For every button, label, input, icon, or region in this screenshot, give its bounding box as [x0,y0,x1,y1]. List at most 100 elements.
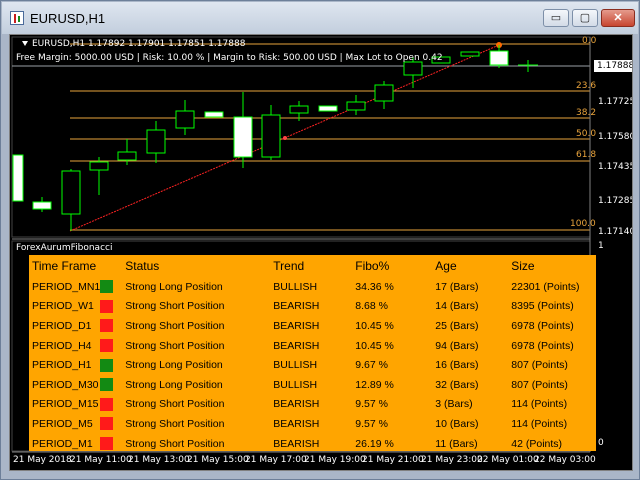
signal-cell [100,434,122,451]
time-axis-label: 22 May 03:00 [534,455,596,465]
candle [318,105,338,112]
margin-info: Free Margin: 5000.00 USD | Risk: 10.00 %… [16,53,443,63]
size-cell: 114 (Points) [511,417,568,430]
fib-label-23.6: 23.6 [576,81,597,91]
chart-window-icon [10,11,24,25]
timeframe-cell: PERIOD_M30 [32,378,99,391]
minimize-button[interactable]: ▭ [543,9,569,27]
time-axis-label: 21 May 15:00 [187,455,249,465]
time-axis-label: 21 May 17:00 [245,455,307,465]
fibo-cell: 10.45 % [355,319,394,332]
trend-cell: BEARISH [273,437,320,450]
fib-label-38.2: 38.2 [576,108,597,118]
green-signal-square [100,280,114,294]
timeframe-cell: PERIOD_H1 [32,359,92,372]
title-bar[interactable]: EURUSD,H1 ▭ ▢ ✕ [2,2,638,34]
col-header-rs: RS [594,255,596,277]
main-plot-frame [11,36,591,238]
current-price-tag: 1.17888 [594,60,632,72]
fibo-cell: 12.89 % [355,378,394,391]
size-cell: 6978 (Points) [511,319,574,332]
size-cell: 807 (Points) [511,359,568,372]
signal-cell [100,375,122,395]
candle [346,101,366,111]
signal-cell [100,355,122,375]
signal-cell [100,336,122,356]
price-chart[interactable]: EURUSD,H1 1.17892 1.17901 1.17851 1.1788… [9,34,633,471]
size-cell: 22301 (Points) [511,280,580,293]
timeframe-cell: PERIOD_M5 [32,417,93,430]
terminal-window: EURUSD,H1 ▭ ▢ ✕ EURUSD,H1 1.17892 1.1790… [0,0,640,480]
window-title: EURUSD,H1 [30,11,106,26]
table-row: PERIOD_M5 Strong Short Position BEARISH 9.5… [29,414,596,434]
size-cell: 8395 (Points) [511,300,574,313]
table-row: PERIOD_M1 Strong Short Position BEARISH 26.… [29,434,596,451]
candle [117,151,137,161]
fibo-cell: 8.68 % [355,300,388,313]
fib-label-100: 100.0 [570,219,596,229]
trend-cell: BEARISH [273,339,320,352]
timeframe-cell: PERIOD_D1 [32,319,92,332]
rs-cell: HC [594,395,596,415]
fib-label-61.8: 61.8 [576,150,597,160]
table-row: PERIOD_D1 Strong Short Position BEARISH 10.… [29,316,596,336]
price-axis-label: 1.17435 [598,162,633,172]
candle [374,84,394,102]
red-signal-square [100,339,114,353]
subwindow-title: ForexAurumFibonacci [16,243,113,253]
candle [146,129,166,154]
candle [261,114,281,158]
time-axis-label: 21 May 11:00 [70,455,132,465]
candle [460,51,480,57]
candle [489,50,509,66]
candle [89,161,109,171]
candle [204,111,224,118]
time-axis-label: 21 May 21:00 [362,455,424,465]
rs-cell: HC [594,297,596,317]
rs-cell: HC [594,355,596,375]
age-cell: 32 (Bars) [435,378,479,391]
time-axis-label: 21 May 2018 [13,455,72,465]
age-cell: 14 (Bars) [435,300,479,313]
fibo-cell: 9.57 % [355,398,388,411]
col-header-trend: Trend [273,259,305,273]
rs-cell: HC [594,336,596,356]
status-cell: Strong Short Position [125,339,225,352]
timeframe-cell: PERIOD_M1 [32,437,93,450]
rs-cell: BU [594,316,596,336]
signal-cell [100,297,122,317]
green-signal-square [100,378,114,392]
col-header-size: Size [511,259,535,273]
size-cell: 807 (Points) [511,378,568,391]
rs-cell: HC [594,434,596,451]
time-axis-label: 21 May 23:00 [421,455,483,465]
candle [289,105,309,114]
red-signal-square [100,397,114,411]
maximize-button[interactable]: ▢ [572,9,598,27]
signal-cell [100,395,122,415]
trend-cell: BEARISH [273,398,320,411]
col-header-age: Age [435,259,457,273]
size-cell: 6978 (Points) [511,339,574,352]
trend-cell: BULLISH [273,359,318,372]
col-header-timeframe: Time Frame [32,259,97,273]
table-header-row: Time Frame Status Trend Fibo% Age Size R… [29,255,596,277]
age-cell: 94 (Bars) [435,339,479,352]
age-cell: 10 (Bars) [435,417,479,430]
candle [175,110,195,129]
price-axis-label: 1.17285 [598,196,633,206]
subwindow-axis-min: 0 [598,438,604,448]
trend-cell: BULLISH [273,378,318,391]
rs-cell: HC [594,414,596,434]
table-row: PERIOD_H1 Strong Long Position BULLISH 9.67… [29,355,596,375]
timeframe-cell: PERIOD_M15 [32,398,99,411]
red-signal-square [100,319,114,333]
status-cell: Strong Short Position [125,300,225,313]
close-button[interactable]: ✕ [601,9,635,27]
red-signal-square [100,417,114,431]
size-cell: 42 (Points) [511,437,563,450]
status-cell: Strong Short Position [125,437,225,450]
candle [32,201,52,210]
signal-cell [100,414,122,434]
trend-cell: BULLISH [273,280,318,293]
